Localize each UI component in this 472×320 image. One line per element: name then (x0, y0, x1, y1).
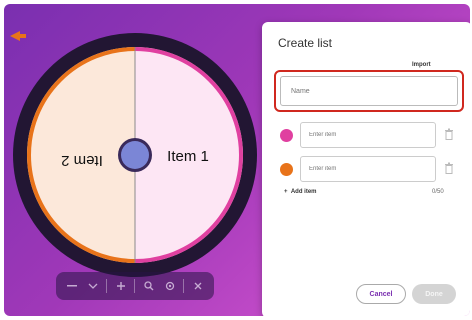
done-button[interactable]: Done (412, 284, 456, 304)
create-list-panel: Create list Import + Add item (262, 22, 470, 316)
toolbar-divider (134, 279, 136, 293)
panel-title: Create list (278, 36, 333, 50)
trash-icon[interactable] (444, 162, 454, 174)
toolbar-divider (106, 279, 108, 293)
wheel-graphic: Item 1 Item 2 (13, 33, 257, 277)
minimize-icon[interactable] (65, 278, 79, 294)
settings-icon[interactable] (163, 278, 177, 294)
wheel-label-item-1: Item 1 (167, 148, 209, 165)
item-count: 0/50 (432, 189, 444, 195)
item-input[interactable] (300, 156, 436, 182)
list-item-row (280, 122, 462, 150)
add-icon[interactable] (114, 278, 128, 294)
name-input[interactable] (280, 76, 458, 106)
pointer-icon (10, 31, 26, 41)
add-item-label: Add item (290, 189, 317, 195)
item-color-swatch[interactable] (280, 163, 293, 176)
wheel-toolbar (56, 272, 214, 300)
import-link[interactable]: Import (412, 62, 431, 68)
wheel-label-item-2: Item 2 (61, 152, 103, 169)
trash-icon[interactable] (444, 128, 454, 140)
name-field-highlight (274, 70, 464, 112)
add-item-button[interactable]: + Add item (284, 189, 317, 195)
wheel-hub[interactable] (121, 141, 149, 169)
item-color-swatch[interactable] (280, 129, 293, 142)
zoom-icon[interactable] (142, 278, 156, 294)
add-icon: + (284, 189, 291, 195)
chevron-down-icon[interactable] (86, 278, 100, 294)
item-input[interactable] (300, 122, 436, 148)
list-item-row (280, 156, 462, 184)
cancel-button[interactable]: Cancel (356, 284, 406, 304)
app-background: Item 1 Item 2 Create list Import Name En… (4, 4, 470, 316)
spinner-wheel[interactable]: Item 1 Item 2 (10, 30, 260, 280)
close-icon[interactable] (191, 278, 205, 294)
toolbar-divider (183, 279, 185, 293)
